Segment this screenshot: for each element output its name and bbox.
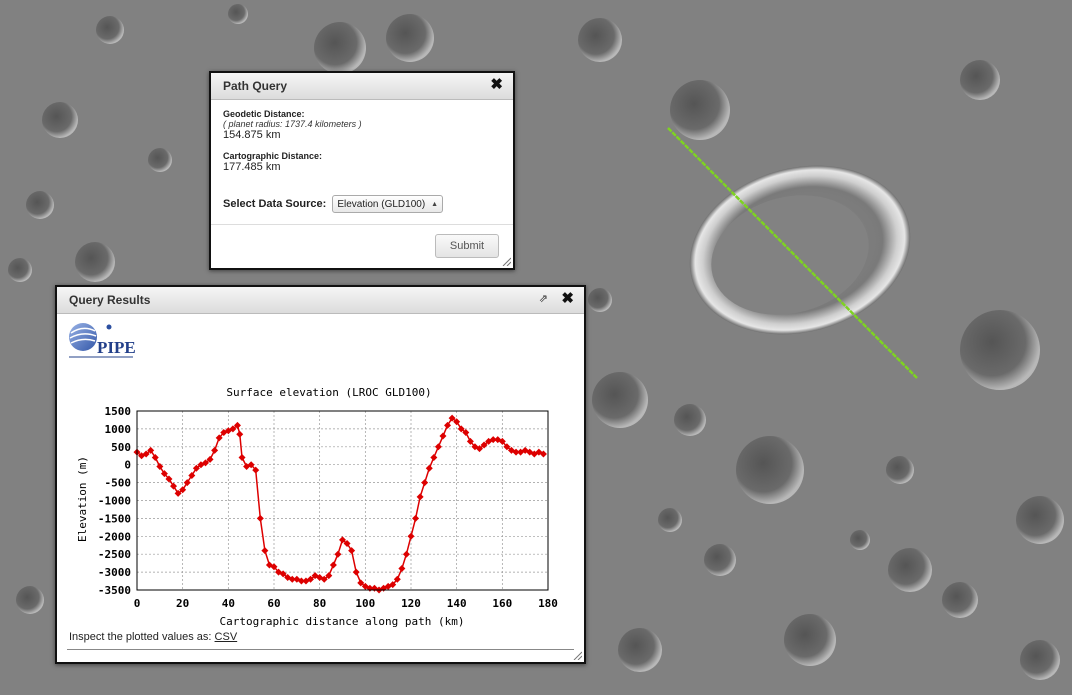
data-source-row: Select Data Source: Elevation (GLD100) ▲: [223, 195, 444, 213]
x-tick-label: 100: [355, 597, 375, 610]
pipe-logo: PIPE: [69, 323, 136, 358]
x-tick-label: 80: [313, 597, 326, 610]
geodetic-distance-value: 154.875 km: [223, 129, 281, 141]
data-point: [151, 454, 159, 462]
chart-grid: [136, 410, 549, 591]
y-tick-label: -500: [105, 477, 132, 490]
data-point: [444, 421, 452, 429]
geodetic-distance-label: Geodetic Distance:: [223, 109, 305, 119]
data-source-select[interactable]: Elevation (GLD100) ▲: [332, 195, 444, 213]
popout-icon[interactable]: ⇗: [539, 292, 548, 305]
y-axis-label: Elevation (m): [76, 456, 89, 542]
logo-text: PIPE: [97, 338, 136, 357]
y-tick-label: -1000: [98, 495, 131, 508]
resize-grip-icon[interactable]: [572, 650, 582, 660]
query-results-header[interactable]: Query Results ⇗ ✖: [57, 287, 584, 314]
cartographic-distance-label: Cartographic Distance:: [223, 151, 323, 161]
data-point: [261, 547, 269, 555]
y-tick-label: 0: [124, 459, 131, 472]
data-point: [412, 514, 420, 522]
planet-radius-note: ( planet radius: 1737.4 kilometers ): [223, 119, 362, 129]
data-point: [211, 446, 219, 454]
data-point: [238, 454, 246, 462]
data-point: [334, 550, 342, 558]
data-point: [352, 568, 360, 576]
x-tick-label: 20: [176, 597, 189, 610]
resize-grip-icon[interactable]: [501, 256, 511, 266]
divider: [67, 649, 574, 650]
submit-button[interactable]: Submit: [435, 234, 499, 258]
inspect-row: Inspect the plotted values as: CSV: [69, 631, 237, 643]
data-point: [430, 454, 438, 462]
data-point: [402, 550, 410, 558]
y-tick-label: -2500: [98, 548, 131, 561]
data-point: [434, 443, 442, 451]
close-icon[interactable]: ✖: [490, 77, 503, 93]
data-point: [425, 464, 433, 472]
data-point: [398, 565, 406, 573]
path-query-title: Path Query: [223, 79, 288, 93]
data-point: [416, 493, 424, 501]
elevation-series-points: [133, 414, 547, 594]
close-icon[interactable]: ✖: [561, 291, 574, 307]
cartographic-distance-value: 177.485 km: [223, 161, 281, 173]
query-results-panel: Query Results ⇗ ✖ PIPE Surface elevation…: [55, 285, 586, 664]
x-axis-label: Cartographic distance along path (km): [219, 615, 464, 628]
x-tick-label: 40: [222, 597, 235, 610]
data-point: [439, 432, 447, 440]
y-tick-label: 1500: [105, 405, 132, 418]
chart-title: Surface elevation (LROC GLD100): [226, 386, 431, 399]
data-point: [183, 479, 191, 487]
data-source-selected: Elevation (GLD100): [337, 198, 426, 210]
data-point: [236, 430, 244, 438]
x-tick-label: 0: [134, 597, 141, 610]
query-results-title: Query Results: [69, 293, 151, 307]
y-tick-label: -1500: [98, 512, 131, 525]
select-arrows-icon: ▲: [431, 200, 439, 208]
divider: [211, 224, 513, 225]
data-point: [407, 532, 415, 540]
x-axis-ticks: 0 20 40 60 80 100 120 140 160 180: [134, 597, 558, 610]
x-tick-label: 160: [492, 597, 512, 610]
y-axis-ticks: 1500 1000 500 0 -500 -1000 -1500 -2000 -2500 -300…: [98, 405, 131, 597]
x-tick-label: 60: [267, 597, 280, 610]
y-tick-label: -3000: [98, 566, 131, 579]
data-point: [329, 561, 337, 569]
csv-link[interactable]: CSV: [215, 631, 238, 643]
data-source-label: Select Data Source:: [223, 198, 327, 210]
path-query-panel: Path Query ✖ Geodetic Distance: ( planet…: [209, 71, 515, 270]
data-point: [421, 479, 429, 487]
y-tick-label: 1000: [105, 423, 132, 436]
y-tick-label: 500: [111, 441, 131, 454]
data-point: [156, 462, 164, 470]
path-query-header[interactable]: Path Query ✖: [211, 73, 513, 100]
x-tick-label: 180: [538, 597, 558, 610]
inspect-text: Inspect the plotted values as:: [69, 631, 212, 643]
y-tick-label: -2000: [98, 530, 131, 543]
distance-info: Geodetic Distance: ( planet radius: 1737…: [223, 109, 362, 173]
x-tick-label: 140: [447, 597, 467, 610]
data-point: [256, 514, 264, 522]
elevation-chart: Surface elevation (LROC GLD100) 15001000…: [76, 386, 558, 628]
y-tick-label: -3500: [98, 584, 131, 597]
x-tick-label: 120: [401, 597, 421, 610]
